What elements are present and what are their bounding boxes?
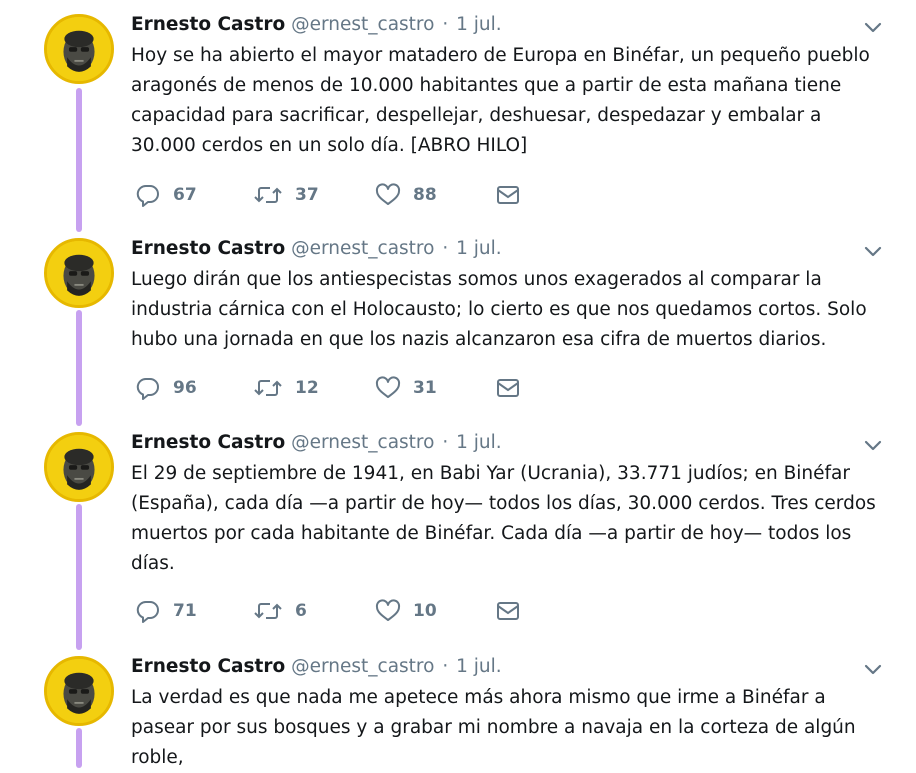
- chevron-down-icon[interactable]: [862, 658, 884, 680]
- chevron-down-icon[interactable]: [862, 240, 884, 262]
- reply-icon: [135, 376, 161, 400]
- avatar[interactable]: [44, 238, 114, 308]
- like-icon: [375, 599, 401, 623]
- tweet-actions: 71 6 10: [131, 594, 551, 628]
- dm-icon: [495, 376, 521, 400]
- tweet-text: El 29 de septiembre de 1941, en Babi Yar…: [131, 463, 876, 574]
- like-button[interactable]: 10: [375, 594, 437, 628]
- like-count: 10: [413, 601, 437, 621]
- reply-count: 67: [173, 185, 197, 205]
- separator-dot: ·: [442, 238, 449, 259]
- tweet-text: Hoy se ha abierto el mayor matadero de E…: [131, 45, 870, 156]
- author-name[interactable]: Ernesto Castro: [131, 238, 285, 259]
- reply-count: 71: [173, 601, 197, 621]
- like-count: 88: [413, 185, 437, 205]
- reply-button[interactable]: 96: [135, 371, 197, 405]
- reply-button[interactable]: 71: [135, 594, 197, 628]
- tweet-date[interactable]: 1 jul.: [456, 14, 502, 35]
- retweet-button[interactable]: 12: [253, 371, 319, 405]
- chevron-down-icon[interactable]: [862, 434, 884, 456]
- author-handle[interactable]: @ernest_castro: [291, 238, 434, 259]
- reply-icon: [135, 599, 161, 623]
- dm-icon: [495, 183, 521, 207]
- dm-button[interactable]: [495, 594, 521, 628]
- dm-icon: [495, 599, 521, 623]
- tweet-actions: 96 12 31: [131, 371, 551, 405]
- thread-line: [76, 504, 82, 650]
- retweet-button[interactable]: 6: [253, 594, 307, 628]
- author-name[interactable]: Ernesto Castro: [131, 14, 285, 35]
- tweet-date[interactable]: 1 jul.: [456, 238, 502, 259]
- chevron-down-icon[interactable]: [862, 16, 884, 38]
- author-name[interactable]: Ernesto Castro: [131, 432, 285, 453]
- separator-dot: ·: [442, 432, 449, 453]
- thread-line: [76, 88, 82, 232]
- retweet-icon: [253, 183, 283, 207]
- tweet-text: Luego dirán que los antiespecistas somos…: [131, 269, 867, 350]
- retweet-count: 6: [295, 601, 307, 621]
- author-name[interactable]: Ernesto Castro: [131, 656, 285, 677]
- author-handle[interactable]: @ernest_castro: [291, 656, 434, 677]
- reply-count: 96: [173, 378, 197, 398]
- retweet-button[interactable]: 37: [253, 178, 319, 212]
- dm-button[interactable]: [495, 371, 521, 405]
- tweet-header: Ernesto Castro @ernest_castro · 1 jul.: [131, 10, 502, 40]
- separator-dot: ·: [442, 656, 449, 677]
- reply-icon: [135, 183, 161, 207]
- thread-line: [76, 728, 82, 768]
- avatar[interactable]: [44, 14, 114, 84]
- tweet-date[interactable]: 1 jul.: [456, 432, 502, 453]
- avatar[interactable]: [44, 432, 114, 502]
- avatar[interactable]: [44, 656, 114, 726]
- retweet-icon: [253, 376, 283, 400]
- thread-line: [76, 310, 82, 426]
- tweet-header: Ernesto Castro @ernest_castro · 1 jul.: [131, 652, 502, 682]
- like-icon: [375, 183, 401, 207]
- author-handle[interactable]: @ernest_castro: [291, 432, 434, 453]
- reply-button[interactable]: 67: [135, 178, 197, 212]
- author-handle[interactable]: @ernest_castro: [291, 14, 434, 35]
- retweet-count: 37: [295, 185, 319, 205]
- like-icon: [375, 376, 401, 400]
- retweet-icon: [253, 599, 283, 623]
- tweet-header: Ernesto Castro @ernest_castro · 1 jul.: [131, 234, 502, 264]
- like-button[interactable]: 31: [375, 371, 437, 405]
- like-count: 31: [413, 378, 437, 398]
- dm-button[interactable]: [495, 178, 521, 212]
- tweet-date[interactable]: 1 jul.: [456, 656, 502, 677]
- tweet-header: Ernesto Castro @ernest_castro · 1 jul.: [131, 428, 502, 458]
- like-button[interactable]: 88: [375, 178, 437, 212]
- tweet-actions: 67 37 88: [131, 178, 551, 212]
- separator-dot: ·: [442, 14, 449, 35]
- retweet-count: 12: [295, 378, 319, 398]
